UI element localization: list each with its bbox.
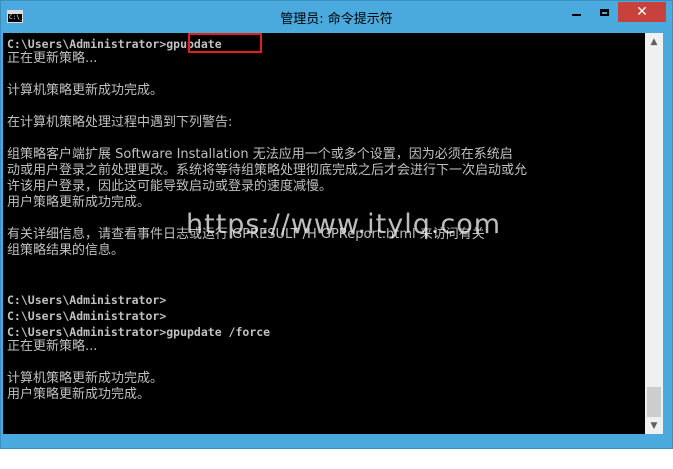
close-icon: ✕ <box>636 4 648 20</box>
scroll-up-icon[interactable]: ▲ <box>645 33 663 50</box>
close-button[interactable]: ✕ <box>618 2 666 22</box>
window-bottom-border <box>1 434 672 448</box>
console-line: 用户策略更新成功完成。 <box>7 387 151 402</box>
vertical-scrollbar[interactable]: ▲ ▼ <box>645 33 663 434</box>
maximize-icon <box>599 8 609 16</box>
console-line: 在计算机策略处理过程中遇到下列警告: <box>7 115 233 130</box>
console-line: C:\Users\Administrator> <box>7 309 167 323</box>
console-line: C:\Users\Administrator>gpupdate /force <box>7 325 271 339</box>
console-line: 组策略客户端扩展 Software Installation 无法应用一个或多个… <box>7 147 513 162</box>
console-line: 计算机策略更新成功完成。 <box>7 371 164 386</box>
console-line: 动或用户登录之前处理更改。系统将等待组策略处理彻底完成之后才会进行下一次启动或允 <box>7 163 528 178</box>
console-line: 用户策略更新成功完成。 <box>7 195 151 210</box>
console-line: 正在更新策略... <box>7 339 98 354</box>
minimize-icon <box>571 14 581 16</box>
watermark: https://www.itylq.com <box>186 209 502 240</box>
console-line: 计算机策略更新成功完成。 <box>7 83 164 98</box>
cmd-window: C:\_ 管理员: 命令提示符 ✕ C:\Users\Administrator… <box>0 0 673 449</box>
title-bar[interactable]: C:\_ 管理员: 命令提示符 ✕ <box>1 1 672 33</box>
maximize-button[interactable] <box>591 2 617 22</box>
console-line: C:\Users\Administrator> <box>7 293 167 307</box>
minimize-button[interactable] <box>563 2 589 22</box>
command-highlight-box <box>188 33 262 53</box>
console-line: 许该用户登录，因此这可能导致启动或登录的速度减慢。 <box>7 179 333 194</box>
console-line: 组策略结果的信息。 <box>7 243 125 258</box>
console-line: 正在更新策略... <box>7 51 98 66</box>
console-output[interactable]: C:\Users\Administrator>gpupdate 正在更新策略..… <box>3 33 645 434</box>
scrollbar-thumb[interactable] <box>647 387 661 417</box>
scroll-down-icon[interactable]: ▼ <box>645 417 663 434</box>
